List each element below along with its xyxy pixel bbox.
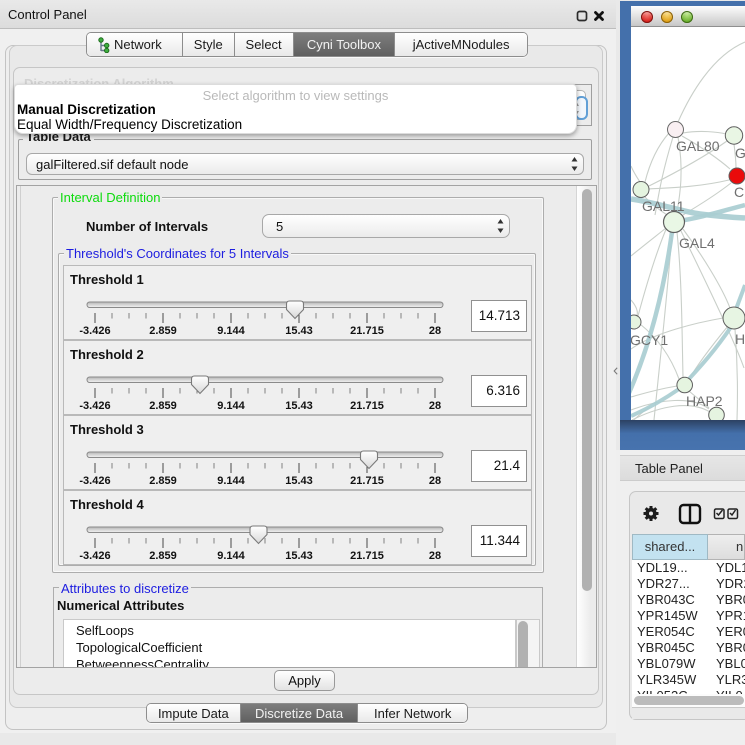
svg-text:9.144: 9.144 xyxy=(217,475,245,487)
svg-text:-3.426: -3.426 xyxy=(79,325,110,337)
svg-text:GCY1: GCY1 xyxy=(631,332,668,348)
svg-text:C: C xyxy=(734,184,744,200)
svg-text:15.43: 15.43 xyxy=(285,325,313,337)
svg-text:28: 28 xyxy=(429,475,441,487)
svg-text:2.859: 2.859 xyxy=(149,475,177,487)
svg-text:21.715: 21.715 xyxy=(350,475,384,487)
svg-text:GA: GA xyxy=(735,145,745,161)
svg-text:-3.426: -3.426 xyxy=(79,475,110,487)
svg-text:15.43: 15.43 xyxy=(285,475,313,487)
svg-text:9.144: 9.144 xyxy=(217,325,245,337)
svg-text:21.715: 21.715 xyxy=(350,325,384,337)
svg-text:GAL80: GAL80 xyxy=(676,138,720,154)
svg-text:2.859: 2.859 xyxy=(149,325,177,337)
svg-text:28: 28 xyxy=(429,400,441,412)
svg-text:15.43: 15.43 xyxy=(285,550,313,562)
svg-text:2.859: 2.859 xyxy=(149,550,177,562)
svg-text:9.144: 9.144 xyxy=(217,550,245,562)
svg-text:-3.426: -3.426 xyxy=(79,400,110,412)
svg-text:9.144: 9.144 xyxy=(217,400,245,412)
svg-text:2.859: 2.859 xyxy=(149,400,177,412)
svg-text:H: H xyxy=(735,331,745,347)
svg-text:28: 28 xyxy=(429,550,441,562)
svg-text:21.715: 21.715 xyxy=(350,550,384,562)
svg-text:GAL4: GAL4 xyxy=(679,235,715,251)
svg-text:-3.426: -3.426 xyxy=(79,550,110,562)
svg-text:GAL11: GAL11 xyxy=(642,198,685,214)
svg-text:28: 28 xyxy=(429,325,441,337)
svg-text:HAP2: HAP2 xyxy=(686,393,723,409)
svg-text:15.43: 15.43 xyxy=(285,400,313,412)
svg-text:21.715: 21.715 xyxy=(350,400,384,412)
